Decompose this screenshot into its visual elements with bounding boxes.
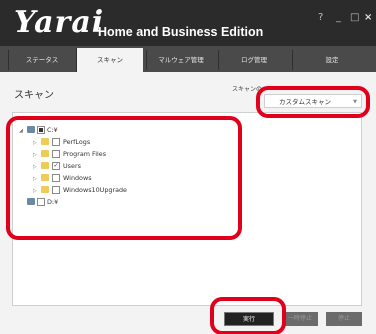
stop-button[interactable]: 停止 xyxy=(326,312,362,326)
highlight-folder-tree xyxy=(6,116,242,240)
pause-button[interactable]: 一時停止 xyxy=(282,312,318,326)
app-window: Yarai Home and Business Edition ? _ □ × … xyxy=(0,0,376,334)
edition-label: Home and Business Edition xyxy=(98,25,264,39)
tab-malware[interactable]: マルウェア管理 xyxy=(146,50,215,70)
maximize-icon[interactable]: □ xyxy=(350,12,359,23)
tab-settings[interactable]: 設定 xyxy=(292,50,371,70)
highlight-run-button xyxy=(210,297,286,334)
minimize-icon[interactable]: _ xyxy=(336,12,341,23)
brand-logo: Yarai xyxy=(14,5,105,40)
help-icon[interactable]: ? xyxy=(318,12,323,23)
close-icon[interactable]: × xyxy=(364,12,372,23)
page-title: スキャン xyxy=(14,90,54,101)
tab-status[interactable]: ステータス xyxy=(8,50,75,70)
tab-scan[interactable]: スキャン xyxy=(76,48,143,72)
highlight-scan-type xyxy=(256,86,370,118)
tab-logs[interactable]: ログ管理 xyxy=(218,50,289,70)
